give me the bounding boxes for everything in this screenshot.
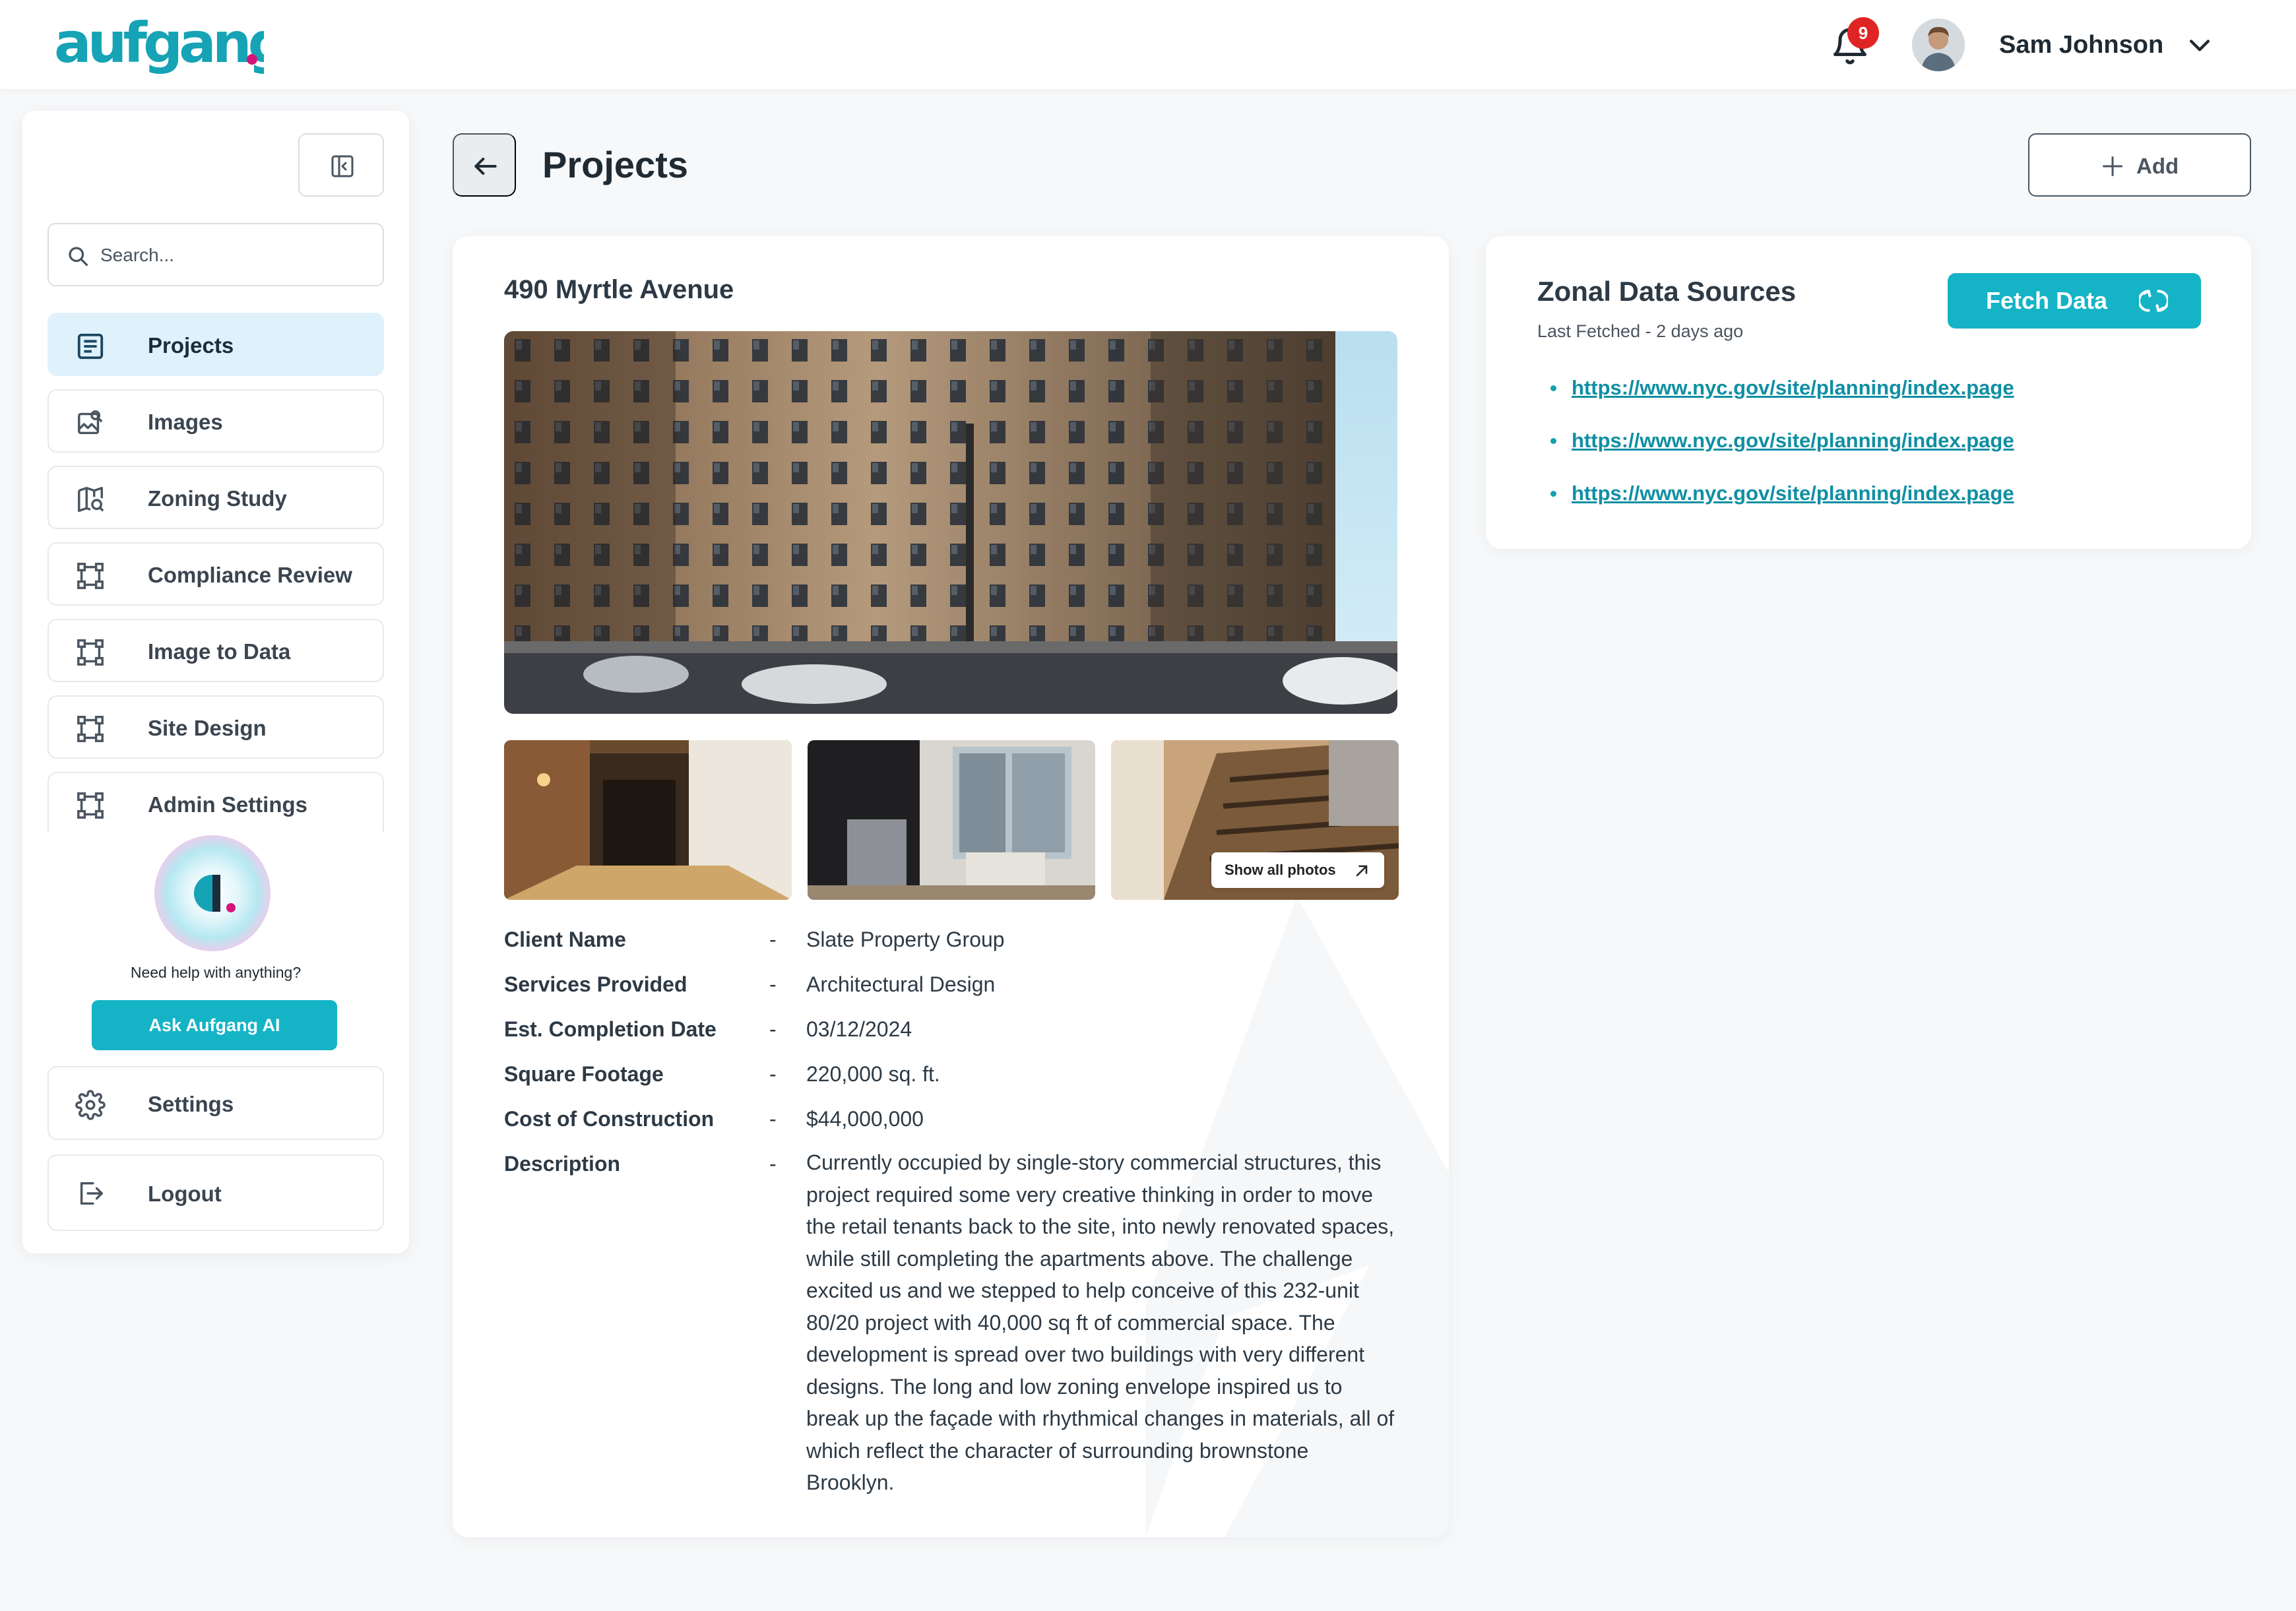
document-list-icon [77,333,104,360]
photo-thumbnail-hallway[interactable] [504,740,792,900]
collapse-sidebar-button[interactable] [298,133,384,197]
sidebar-item-label: Settings [148,1092,234,1116]
search-box [48,223,384,286]
zonal-data-sources-card: Zonal Data Sources Last Fetched - 2 days… [1486,236,2251,549]
detail-value-completion-date: 03/12/2024 [806,1017,912,1041]
refresh-icon [2139,290,2168,312]
frame-icon [77,792,104,819]
avatar[interactable] [1912,18,1965,71]
last-fetched-text: Last Fetched - 2 days ago [1537,321,1744,341]
sidebar-item-images[interactable]: Images [48,389,384,453]
aufgang-ai-orb [154,835,271,951]
fetch-data-label: Fetch Data [1986,287,2108,314]
image-icon [78,410,103,435]
detail-value-square-footage: 220,000 sq. ft. [806,1062,940,1086]
sidebar-collapse-icon [331,155,354,177]
detail-separator: - [769,1062,777,1086]
help-text: Need help with anything? [130,964,302,981]
fetch-data-button[interactable]: Fetch Data [1948,273,2201,329]
detail-separator: - [769,928,777,951]
detail-separator: - [769,1107,777,1131]
search-icon [69,247,88,267]
back-button[interactable] [453,133,516,197]
sidebar-item-label: Site Design [148,716,267,740]
data-source-link[interactable]: https://www.nyc.gov/site/planning/index.… [1572,373,2014,402]
detail-label-square-footage: Square Footage [504,1062,664,1086]
sidebar-item-label: Image to Data [148,639,291,664]
detail-value-cost-of-construction: $44,000,000 [806,1107,924,1131]
sidebar-item-label: Zoning Study [148,486,287,511]
detail-label-description: Description [504,1152,621,1176]
ask-aufgang-ai-button[interactable]: Ask Aufgang AI [92,1000,337,1050]
aufgang-ai-logo-icon [194,875,236,912]
search-input[interactable] [100,240,364,270]
frame-icon [77,563,104,589]
svg-text:aufgang: aufgang [54,16,264,75]
show-all-photos-button[interactable]: Show all photos [1211,852,1384,888]
detail-value-description: Currently occupied by single-story comme… [806,1151,1395,1494]
detail-label-completion-date: Est. Completion Date [504,1017,717,1041]
detail-value-services-provided: Architectural Design [806,972,996,996]
add-button[interactable]: Add [2028,133,2251,197]
detail-separator: - [769,972,777,996]
top-bar: aufgang 9 Sam Johnson [0,0,2296,89]
sidebar-item-site-design[interactable]: Site Design [48,695,384,759]
plus-icon [2103,156,2122,176]
sidebar-item-label: Compliance Review [148,563,352,587]
sidebar-item-admin-settings[interactable]: Admin Settings [48,772,384,833]
detail-label-client-name: Client Name [504,928,626,951]
sidebar-item-label: Images [148,410,223,434]
bullet [1550,491,1556,497]
data-source-link[interactable]: https://www.nyc.gov/site/planning/index.… [1572,479,2014,508]
page-title: Projects [542,144,688,185]
frame-icon [77,639,104,666]
detail-label-services-provided: Services Provided [504,972,687,996]
bullet [1550,385,1556,391]
bullet [1550,438,1556,444]
project-name: 490 Myrtle Avenue [504,275,734,304]
gear-icon [75,1090,106,1120]
user-name[interactable]: Sam Johnson [1999,29,2163,61]
list-item: https://www.nyc.gov/site/planning/index.… [1550,479,2210,508]
sidebar-item-label: Admin Settings [148,792,308,817]
project-card: 490 Myrtle Avenue Show all photos Client… [453,236,1449,1537]
show-all-photos-label: Show all photos [1225,862,1336,878]
sidebar-item-compliance-review[interactable]: Compliance Review [48,542,384,606]
list-item: https://www.nyc.gov/site/planning/index.… [1550,373,2210,402]
data-source-link[interactable]: https://www.nyc.gov/site/planning/index.… [1572,426,2014,455]
detail-label-cost-of-construction: Cost of Construction [504,1107,715,1131]
sidebar-item-settings[interactable]: Settings [48,1066,384,1140]
building-photo[interactable] [504,331,1397,714]
frame-icon [77,716,104,742]
sidebar: Projects Images Zoning Study Compliance … [22,111,409,1253]
notification-badge: 9 [1847,17,1879,49]
list-item: https://www.nyc.gov/site/planning/index.… [1550,426,2210,455]
sidebar-item-projects[interactable]: Projects [48,313,384,376]
arrow-up-right-icon [1356,865,1368,877]
detail-separator: - [769,1152,777,1176]
arrow-left-icon [474,157,497,175]
sidebar-item-image-to-data[interactable]: Image to Data [48,619,384,682]
detail-separator: - [769,1017,777,1041]
detail-value-client-name: Slate Property Group [806,928,1005,951]
sidebar-item-zoning-study[interactable]: Zoning Study [48,466,384,529]
zonal-title: Zonal Data Sources [1537,276,1797,307]
sidebar-item-logout[interactable]: Logout [48,1154,384,1231]
sidebar-item-label: Projects [148,333,234,358]
logout-icon [80,1182,103,1205]
aufgang-logo[interactable]: aufgang [53,11,288,75]
add-label: Add [2136,154,2179,178]
chevron-down-icon[interactable] [2185,30,2214,59]
photo-thumbnail-kitchen[interactable] [808,740,1095,900]
sidebar-item-label: Logout [148,1182,222,1206]
map-search-icon [78,487,104,512]
